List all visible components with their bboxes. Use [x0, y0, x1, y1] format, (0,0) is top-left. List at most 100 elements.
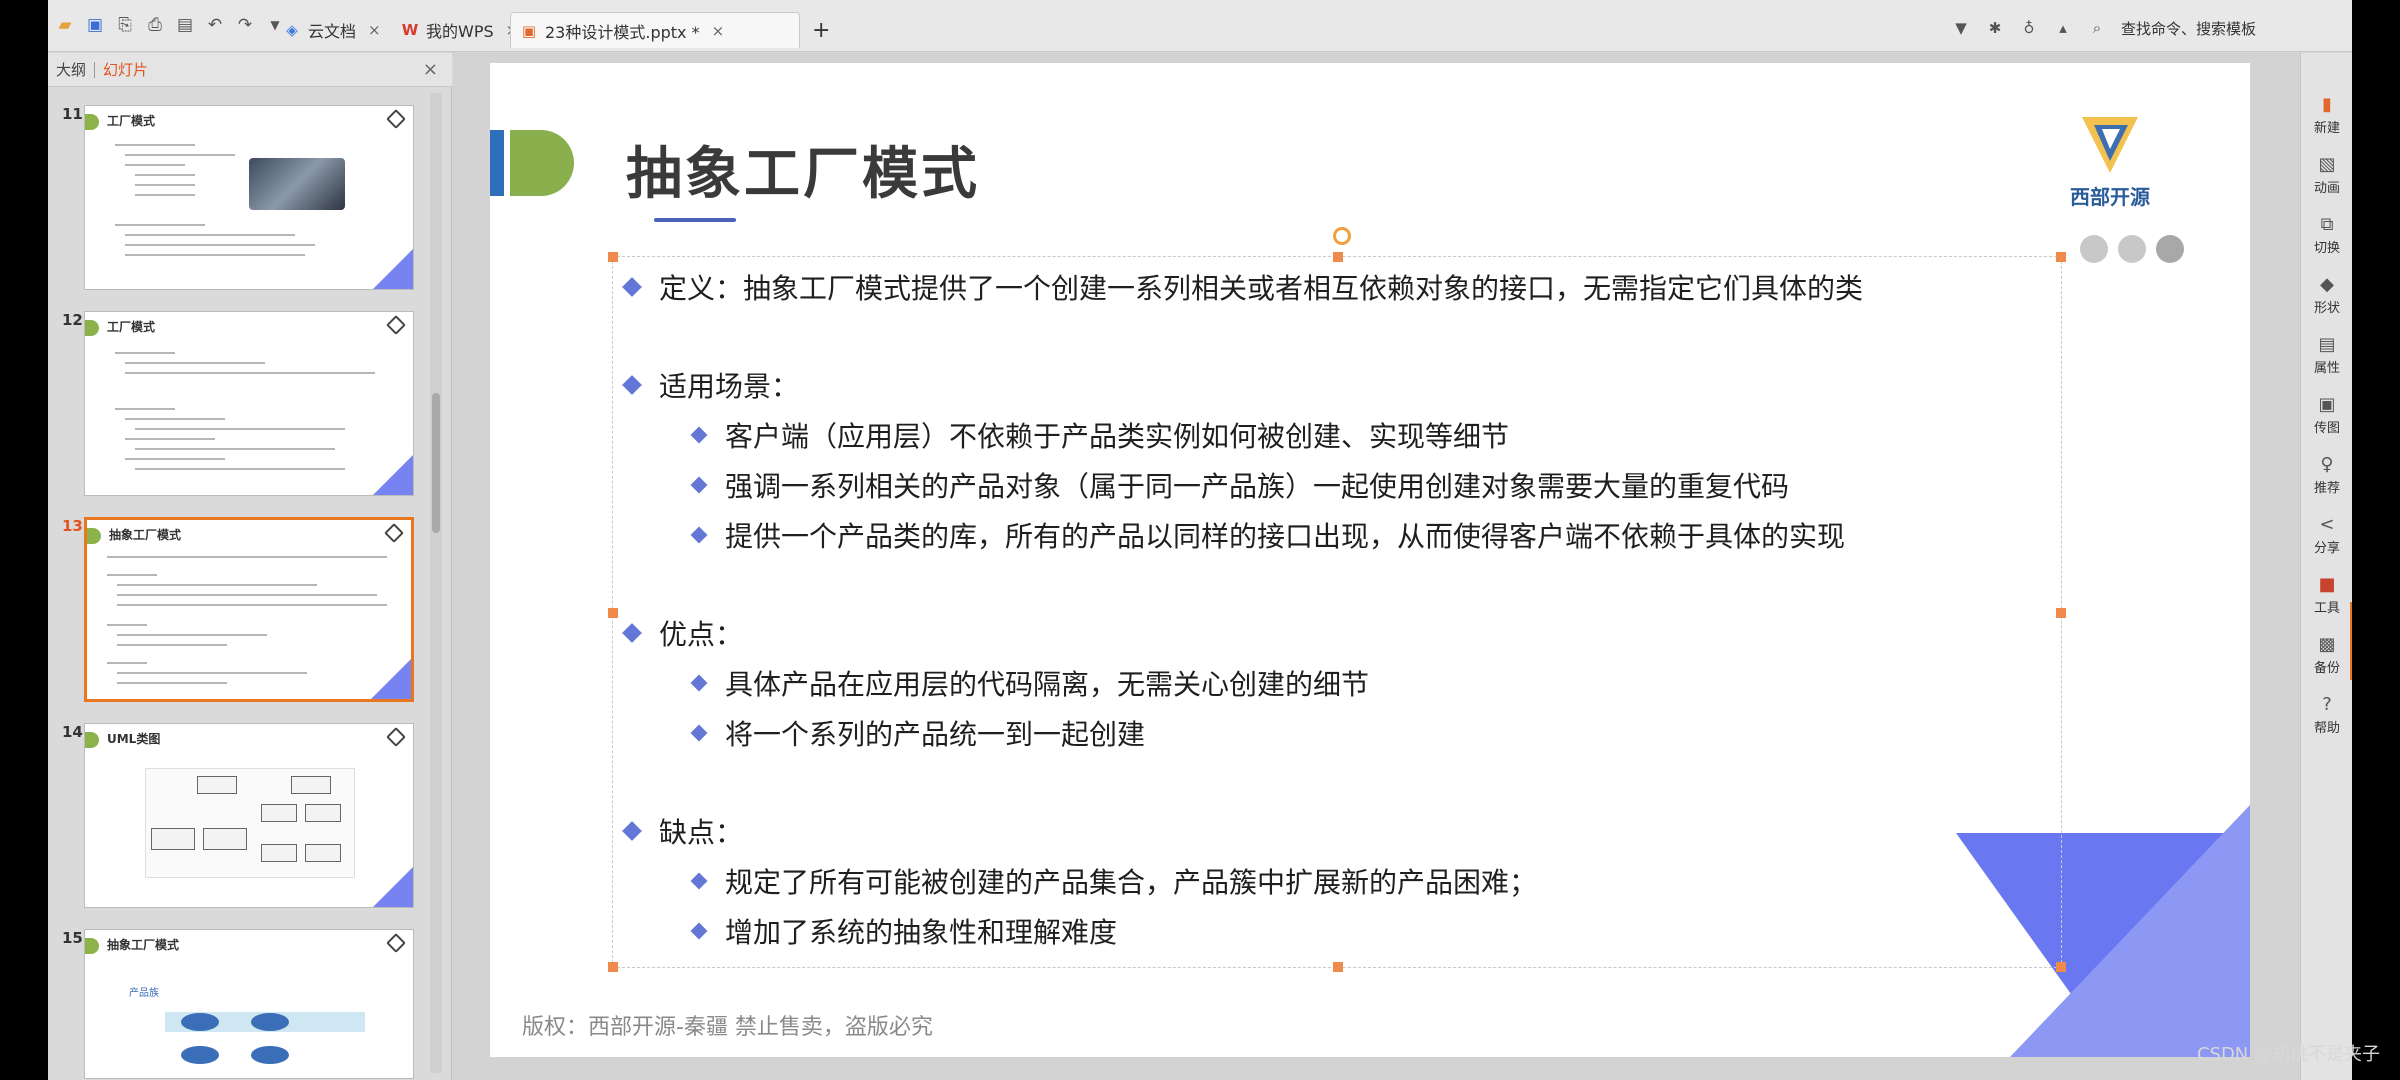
lock-icon[interactable]: ♁: [2019, 19, 2039, 37]
close-panel-icon[interactable]: ×: [423, 59, 438, 80]
scenario-item[interactable]: 强调一系列相关的产品对象（属于同一产品族）一起使用创建对象需要大量的重复代码: [690, 467, 1789, 507]
logo-icon: [386, 727, 406, 747]
cons-text: 规定了所有可能被创建的产品集合，产品簇中扩展新的产品困难；: [725, 866, 1538, 899]
thumb-title: UML类图: [107, 732, 161, 746]
scenario-item[interactable]: 提供一个产品类的库，所有的产品以同样的接口出现，从而使得客户端不依赖于具体的实现: [690, 517, 1846, 557]
cons-item[interactable]: 增加了系统的抽象性和理解难度: [690, 913, 1117, 953]
toolbar-transition[interactable]: ⧉ 切换: [2301, 213, 2352, 269]
scrollbar-thumb[interactable]: [432, 393, 440, 533]
command-search[interactable]: 查找命令、搜索模板: [2121, 18, 2256, 39]
thumbnail-row-15[interactable]: 15 抽象工厂模式 产品族: [48, 929, 428, 1080]
resize-handle[interactable]: [1333, 962, 1343, 972]
thumb-label: 产品族: [129, 988, 159, 999]
selected-text-box[interactable]: 定义：抽象工厂模式提供了一个创建一系列相关或者相互依赖对象的接口，无需指定它们具…: [608, 227, 2066, 972]
text-line: [115, 352, 175, 354]
text-line: [117, 584, 317, 586]
slide-thumbnail-12[interactable]: 工厂模式: [84, 311, 414, 496]
export-icon[interactable]: ⎘: [114, 14, 136, 36]
pin-icon[interactable]: ✱: [1985, 19, 2005, 37]
resize-handle[interactable]: [608, 252, 618, 262]
toolbar-recommend[interactable]: ♀ 推荐: [2301, 453, 2352, 509]
scenarios-heading-line[interactable]: 适用场景：: [622, 367, 799, 407]
cons-heading-line[interactable]: 缺点：: [622, 813, 743, 853]
toolbar-tools[interactable]: ■ 工具: [2301, 573, 2352, 629]
thumb-title: 工厂模式: [107, 320, 156, 334]
save-icon[interactable]: ▣: [84, 14, 106, 36]
slide-thumbnail-13[interactable]: 抽象工厂模式: [84, 517, 414, 702]
toolbox-icon: ■: [2318, 574, 2336, 595]
toolbar-animation[interactable]: ▧ 动画: [2301, 153, 2352, 209]
new-tab-button[interactable]: +: [804, 12, 838, 48]
toolbar-property[interactable]: ▤ 属性: [2301, 333, 2352, 389]
resize-handle[interactable]: [608, 608, 618, 618]
definition-line[interactable]: 定义：抽象工厂模式提供了一个创建一系列相关或者相互依赖对象的接口，无需指定它们具…: [622, 269, 1863, 309]
toolbar-label: 属性: [2313, 361, 2340, 376]
slide-number: 13: [62, 517, 83, 535]
brand-logo: 西部开源: [2060, 113, 2160, 223]
toolbar-help[interactable]: ? 帮助: [2301, 693, 2352, 749]
toolbar-share[interactable]: < 分享: [2301, 513, 2352, 569]
bullet-diamond-icon: [622, 623, 642, 643]
tab-cloud-docs[interactable]: ◈ 云文档 ×: [274, 12, 389, 48]
uml-class-box: [305, 804, 341, 822]
thumbnail-scrollbar[interactable]: [430, 93, 442, 1073]
scenario-text: 提供一个产品类的库，所有的产品以同样的接口出现，从而使得客户端不依赖于具体的实现: [725, 520, 1846, 553]
collapse-icon[interactable]: ▴: [2053, 19, 2073, 37]
thumbnail-row-13[interactable]: 13 抽象工厂模式: [48, 517, 428, 707]
rotate-handle-icon[interactable]: [1333, 227, 1351, 245]
pros-heading-line[interactable]: 优点：: [622, 615, 743, 655]
pros-item[interactable]: 将一个系列的产品统一到一起创建: [690, 715, 1145, 755]
tab-outline[interactable]: 大纲: [48, 59, 94, 80]
resize-handle[interactable]: [2056, 608, 2066, 618]
bullet-diamond-icon: [622, 277, 642, 297]
uml-class-box: [291, 776, 331, 794]
bullet-diamond-icon: [690, 724, 708, 742]
title-accent-blue: [490, 130, 504, 196]
text-line: [135, 184, 195, 186]
thumb-accent: [85, 732, 99, 748]
skin-icon[interactable]: ▼: [1951, 19, 1971, 37]
wps-window: ▰ ▣ ⎘ ⎙ ▤ ↶ ↷ ▼ ◈ 云文档 × W 我的WPS × ▣ 23种设…: [48, 0, 2352, 1080]
help-icon: ?: [2322, 694, 2332, 715]
resize-handle[interactable]: [608, 962, 618, 972]
thumbnail-row-14[interactable]: 14 UML类图: [48, 723, 428, 913]
toolbar-shape[interactable]: ◆ 形状: [2301, 273, 2352, 329]
toolbar-label: 形状: [2313, 301, 2340, 316]
slide-thumbnail-15[interactable]: 抽象工厂模式 产品族: [84, 929, 414, 1079]
preview-icon[interactable]: ▤: [174, 14, 196, 36]
bullet-diamond-icon: [690, 922, 708, 940]
toolbar-new[interactable]: ▮ 新建: [2301, 93, 2352, 149]
print-icon[interactable]: ⎙: [144, 14, 166, 36]
cons-item[interactable]: 规定了所有可能被创建的产品集合，产品簇中扩展新的产品困难；: [690, 863, 1538, 903]
toolbar-backup[interactable]: ▩ 备份: [2301, 633, 2352, 689]
pros-text: 具体产品在应用层的代码隔离，无需关心创建的细节: [725, 668, 1370, 701]
text-line: [125, 244, 315, 246]
undo-icon[interactable]: ↶: [204, 14, 226, 36]
thumb-oval: [251, 1046, 289, 1064]
slide-thumbnail-14[interactable]: UML类图: [84, 723, 414, 908]
thumbnail-row-11[interactable]: 11 工厂模式: [48, 105, 428, 295]
slide-canvas: 抽象工厂模式 西部开源 定义：抽象工厂模式提供了一个创建一系列相关或者相互依赖对…: [453, 53, 2339, 1080]
resize-handle[interactable]: [1333, 252, 1343, 262]
copyright-footer: 版权：西部开源-秦疆 禁止售卖，盗版必究: [522, 1015, 933, 1040]
resize-handle[interactable]: [2056, 962, 2066, 972]
slide-title[interactable]: 抽象工厂模式: [626, 129, 980, 210]
scenario-item[interactable]: 客户端（应用层）不依赖于产品类实例如何被创建、实现等细节: [690, 417, 1509, 457]
toolbar-upload-image[interactable]: ▣ 传图: [2301, 393, 2352, 449]
tab-slides[interactable]: 幻灯片: [95, 59, 156, 80]
resize-handle[interactable]: [2056, 252, 2066, 262]
dot: [2156, 235, 2184, 263]
tab-my-wps[interactable]: W 我的WPS ×: [392, 12, 526, 48]
thumbnail-row-12[interactable]: 12 工厂模式: [48, 311, 428, 501]
close-icon[interactable]: ×: [368, 21, 381, 39]
bullet-diamond-icon: [622, 375, 642, 395]
text-line: [107, 624, 147, 626]
folder-icon[interactable]: ▰: [54, 14, 76, 36]
pros-item[interactable]: 具体产品在应用层的代码隔离，无需关心创建的细节: [690, 665, 1370, 705]
redo-icon[interactable]: ↷: [234, 14, 256, 36]
close-icon[interactable]: ×: [712, 22, 725, 40]
current-slide[interactable]: 抽象工厂模式 西部开源 定义：抽象工厂模式提供了一个创建一系列相关或者相互依赖对…: [490, 63, 2250, 1057]
tab-pptx-file[interactable]: ▣ 23种设计模式.pptx * ×: [510, 12, 800, 48]
slide-thumbnail-11[interactable]: 工厂模式: [84, 105, 414, 290]
thumb-triangle: [373, 455, 413, 495]
